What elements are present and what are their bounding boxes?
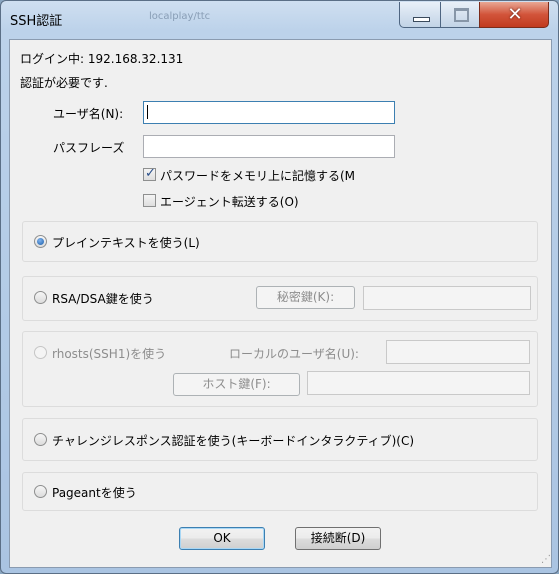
rhosts-method-group: rhosts(SSH1)を使う ローカルのユーザ名(U): ホスト鍵(F): bbox=[22, 331, 538, 407]
pageant-label: Pageantを使う bbox=[52, 486, 137, 500]
dialog-body: ログイン中: 192.168.32.131 認証が必要です. ユーザ名(N): … bbox=[9, 39, 552, 568]
login-status: ログイン中: 192.168.32.131 bbox=[20, 52, 184, 66]
close-button[interactable]: ✕ bbox=[479, 2, 549, 28]
close-icon: ✕ bbox=[507, 4, 523, 25]
plaintext-label: プレインテキストを使う(L) bbox=[52, 236, 200, 250]
window-title: SSH認証 bbox=[10, 14, 63, 29]
host-key-button[interactable]: ホスト鍵(F): bbox=[173, 373, 300, 396]
username-input[interactable] bbox=[143, 101, 395, 124]
ssh-auth-dialog: SSH認証 localplay/ttc ✕ ログイン中: 192.168.32.… bbox=[0, 0, 559, 574]
plaintext-method-group: プレインテキストを使う(L) bbox=[22, 221, 538, 262]
plaintext-radio[interactable] bbox=[34, 235, 47, 248]
disconnect-button[interactable]: 接続断(D) bbox=[295, 527, 381, 550]
maximize-icon bbox=[454, 8, 469, 22]
challenge-method-group: チャレンジレスポンス認証を使う(キーボードインタラクティブ)(C) bbox=[22, 418, 538, 461]
minimize-button[interactable] bbox=[399, 2, 441, 28]
agent-forward-checkbox[interactable] bbox=[143, 194, 156, 207]
private-key-path-input[interactable] bbox=[363, 286, 531, 310]
checkmark-icon: ✓ bbox=[145, 166, 156, 181]
private-key-button[interactable]: 秘密鍵(K): bbox=[256, 286, 355, 309]
remember-password-checkbox[interactable]: ✓ bbox=[143, 166, 156, 181]
rsa-label: RSA/DSA鍵を使う bbox=[52, 292, 154, 306]
pageant-method-group: Pageantを使う bbox=[22, 472, 538, 511]
challenge-label: チャレンジレスポンス認証を使う(キーボードインタラクティブ)(C) bbox=[52, 434, 415, 448]
passphrase-input[interactable] bbox=[143, 135, 395, 158]
host-key-path-input[interactable] bbox=[307, 371, 530, 395]
ok-button[interactable]: OK bbox=[179, 527, 265, 550]
username-label: ユーザ名(N): bbox=[53, 107, 124, 121]
remember-password-label: パスワードをメモリ上に記憶する(M bbox=[160, 169, 356, 183]
minimize-icon bbox=[413, 17, 430, 22]
title-bar[interactable]: SSH認証 localplay/ttc ✕ bbox=[1, 1, 558, 39]
pageant-radio[interactable] bbox=[34, 485, 47, 498]
agent-forward-label: エージェント転送する(O) bbox=[160, 195, 299, 209]
background-window-title: localplay/ttc bbox=[149, 11, 211, 22]
passphrase-label: パスフレーズ bbox=[53, 141, 125, 155]
rhosts-radio[interactable] bbox=[34, 346, 47, 359]
rsa-radio[interactable] bbox=[34, 291, 47, 304]
maximize-button[interactable] bbox=[440, 2, 480, 28]
challenge-radio[interactable] bbox=[34, 433, 47, 446]
rsa-method-group: RSA/DSA鍵を使う 秘密鍵(K): bbox=[22, 276, 538, 321]
rhosts-label: rhosts(SSH1)を使う bbox=[52, 347, 167, 361]
text-caret bbox=[147, 105, 148, 119]
local-user-input[interactable] bbox=[386, 340, 530, 364]
local-user-label: ローカルのユーザ名(U): bbox=[229, 347, 359, 361]
resize-grip-icon[interactable]: ⋰ bbox=[541, 554, 551, 565]
auth-required-text: 認証が必要です. bbox=[20, 76, 108, 90]
